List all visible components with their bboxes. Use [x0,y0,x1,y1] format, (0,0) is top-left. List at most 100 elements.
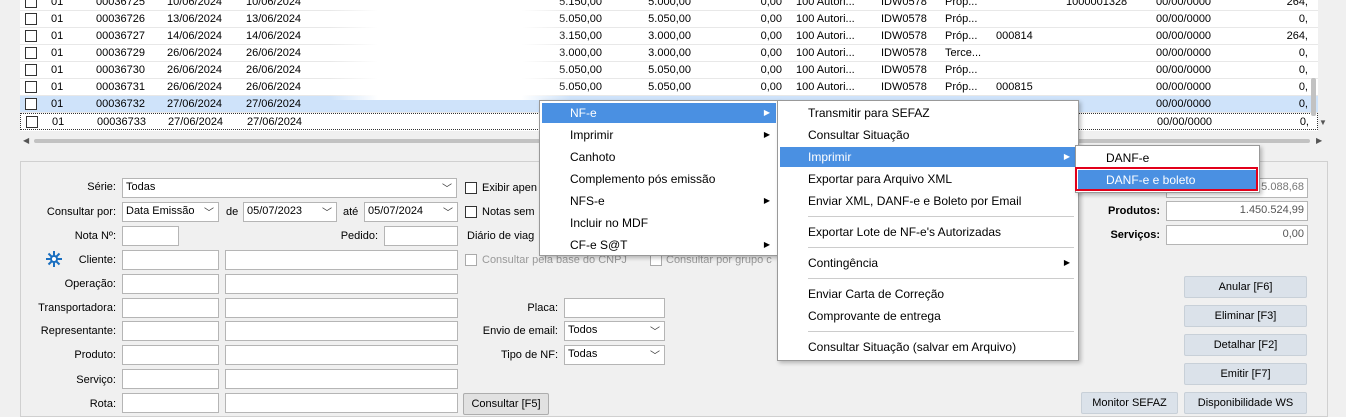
produto-label: Produto: [74,349,116,361]
operacao-code-input[interactable] [122,274,219,294]
row-checkbox[interactable] [25,81,37,93]
menu-item-complemento[interactable]: Complemento pós emissão [542,169,776,189]
operacao-name-input[interactable] [225,274,458,294]
vertical-scroll-thumb[interactable] [1311,78,1316,116]
chevron-down-icon: ﹀ [322,208,332,219]
serie-label: Série: [87,181,116,193]
ate-date[interactable]: 05/07/2024 ﹀ [364,202,458,222]
cell-serie: 01 [51,81,64,93]
envio-label: Envio de email: [482,325,558,337]
menu-item-nfse[interactable]: NFS-e ▶ [542,191,776,211]
row-checkbox[interactable] [26,116,38,128]
cell-data: 00/00/0000 [1156,64,1212,76]
menu-item-imprimir-nfe[interactable]: Imprimir ▶ [780,147,1076,167]
placa-input[interactable] [564,298,665,318]
cell-v3: 0,00 [760,81,782,93]
table-row[interactable]: 01 00036725 10/06/2024 10/06/2024 5.150,00 5.… [20,0,1318,11]
pedido-input[interactable] [384,226,458,246]
detalhar-button[interactable]: Detalhar [F2] [1184,334,1307,356]
menu-item-consultar-salvar[interactable]: Consultar Situação (salvar em Arquivo) [780,337,1076,357]
cell-last: 0, [1299,116,1309,128]
table-row[interactable]: 01 00036726 13/06/2024 13/06/2024 5.050,00 5.… [20,11,1318,28]
menu-item-imprimir[interactable]: Imprimir ▶ [542,125,776,145]
menu-item-carta-correcao[interactable]: Enviar Carta de Correção [780,284,1076,304]
menu-item-exportar-lote[interactable]: Exportar Lote de NF-e's Autorizadas [780,222,1076,242]
servico-code-input[interactable] [122,369,219,389]
base-cnpj-checkbox[interactable] [465,254,477,266]
transportadora-name-input[interactable] [225,298,458,318]
servicos-field: 0,00 [1166,225,1308,245]
menu-separator [808,278,1074,279]
context-menu: NF-e ▶ Imprimir ▶ Canhoto Complemento pós … [539,100,779,256]
submenu-arrow-icon: ▶ [763,240,770,249]
rota-name-input[interactable] [225,393,458,413]
anular-button[interactable]: Anular [F6] [1184,276,1307,298]
produto-code-input[interactable] [122,345,219,365]
cell-status: 100 Autori... [796,13,855,25]
representante-name-input[interactable] [225,321,458,341]
menu-label: Comprovante de entrega [808,309,941,323]
scroll-right-icon[interactable]: ▶ [1316,136,1322,145]
table-row[interactable]: 01 00036731 26/06/2024 26/06/2024 5.050,00 5.… [20,79,1318,96]
menu-item-contingencia[interactable]: Contingência ▶ [780,253,1076,273]
cell-numero: 00036732 [96,98,145,110]
cell-saida: 27/06/2024 [246,98,302,110]
cliente-code-input[interactable] [122,250,219,270]
menu-label: Exportar Lote de NF-e's Autorizadas [808,225,1002,239]
disponibilidade-ws-button[interactable]: Disponibilidade WS [1184,392,1307,414]
submenu-arrow-icon: ▶ [1063,152,1070,161]
monitor-sefaz-button[interactable]: Monitor SEFAZ [1081,392,1178,414]
row-checkbox[interactable] [25,98,37,110]
menu-item-danfe[interactable]: DANF-e [1078,148,1257,168]
menu-item-transmitir[interactable]: Transmitir para SEFAZ [780,103,1076,123]
cliente-name-input[interactable] [225,250,458,270]
menu-item-nfe[interactable]: NF-e ▶ [542,103,776,123]
scroll-down-icon[interactable]: ▼ [1319,118,1327,127]
menu-item-incluir-mdf[interactable]: Incluir no MDF [542,213,776,233]
notas-checkbox[interactable] [465,206,477,218]
envio-select[interactable]: Todos ﹀ [564,321,665,341]
operacao-label: Operação: [64,278,116,290]
menu-item-consultar-situacao[interactable]: Consultar Situação [780,125,1076,145]
cell-serie: 01 [51,13,64,25]
nota-input[interactable] [122,226,179,246]
menu-item-canhoto[interactable]: Canhoto [542,147,776,167]
row-checkbox[interactable] [25,30,37,42]
table-row[interactable]: 01 00036729 26/06/2024 26/06/2024 3.000,00 3.… [20,45,1318,62]
cell-serie: 01 [52,116,65,128]
produtos-field: 1.450.524,99 [1166,201,1308,221]
row-checkbox[interactable] [25,47,37,59]
vertical-scrollbar[interactable]: ▼ [1318,0,1328,131]
menu-label: CF-e S@T [570,238,628,252]
exibir-checkbox[interactable] [465,182,477,194]
table-row[interactable]: 01 00036730 26/06/2024 26/06/2024 5.050,00 5.… [20,62,1318,79]
row-checkbox[interactable] [25,64,37,76]
de-date[interactable]: 05/07/2023 ﹀ [243,202,337,222]
consultar-select[interactable]: Data Emissão ﹀ [122,202,219,222]
eliminar-button[interactable]: Eliminar [F3] [1184,305,1307,327]
transportadora-code-input[interactable] [122,298,219,318]
consultar-button[interactable]: Consultar [F5] [463,393,549,415]
serie-select[interactable]: Todas ﹀ [122,178,457,198]
table-row[interactable]: 01 00036727 14/06/2024 14/06/2024 3.150,00 3.… [20,28,1318,45]
cell-last: 0, [1298,98,1308,110]
cell-user: IDW0578 [881,13,927,25]
servico-name-input[interactable] [225,369,458,389]
menu-item-comprovante[interactable]: Comprovante de entrega [780,306,1076,326]
menu-item-cfe-sat[interactable]: CF-e S@T ▶ [542,235,776,255]
cell-emissao: 10/06/2024 [167,0,223,8]
cell-saida: 10/06/2024 [246,0,302,8]
cell-saida: 27/06/2024 [247,116,303,128]
menu-item-exportar-xml[interactable]: Exportar para Arquivo XML [780,169,1076,189]
cell-data: 00/00/0000 [1156,13,1212,25]
produto-name-input[interactable] [225,345,458,365]
representante-code-input[interactable] [122,321,219,341]
row-checkbox[interactable] [25,13,37,25]
tipo-select[interactable]: Todas ﹀ [564,345,665,365]
scroll-left-icon[interactable]: ◀ [23,136,29,145]
menu-item-enviar-email[interactable]: Enviar XML, DANF-e e Boleto por Email [780,191,1076,211]
menu-label: Enviar Carta de Correção [808,287,945,301]
rota-code-input[interactable] [122,393,219,413]
emitir-button[interactable]: Emitir [F7] [1184,363,1307,385]
row-checkbox[interactable] [25,0,37,8]
